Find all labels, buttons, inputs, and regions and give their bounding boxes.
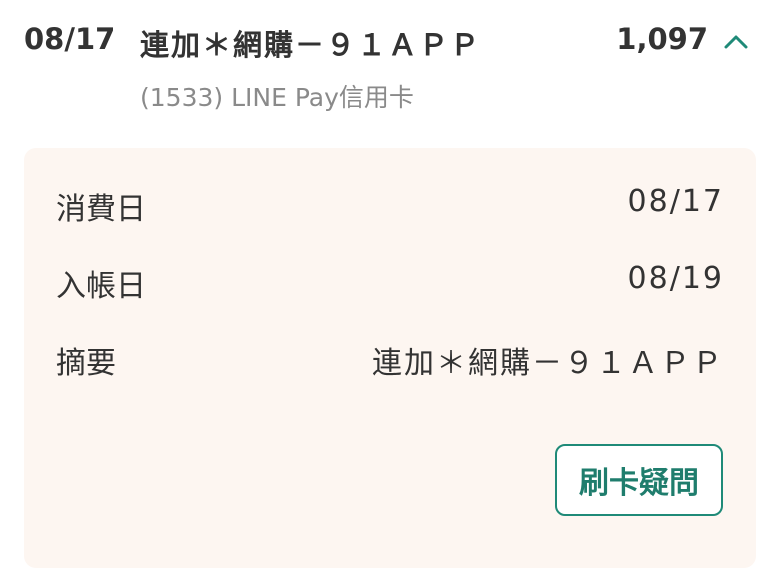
transaction-detail-panel: 消費日 08/17 入帳日 08/19 摘要 連加＊網購－９１ＡＰＰ 刷卡疑問 xyxy=(24,148,756,568)
transaction-amount: 1,097 xyxy=(616,22,708,56)
detail-value: 08/17 xyxy=(627,184,724,219)
chevron-up-icon[interactable] xyxy=(722,28,750,56)
dispute-button[interactable]: 刷卡疑問 xyxy=(555,444,723,516)
transaction-card: (1533) LINE Pay信用卡 xyxy=(140,83,414,112)
transaction-row[interactable]: 08/17 連加＊網購－９１ＡＰＰ (1533) LINE Pay信用卡 1,0… xyxy=(0,0,780,140)
detail-label: 消費日 xyxy=(56,192,146,227)
detail-row-posting-date: 入帳日 08/19 xyxy=(24,261,756,304)
detail-value: 連加＊網購－９１ＡＰＰ xyxy=(372,346,724,381)
detail-label: 入帳日 xyxy=(56,269,146,304)
detail-row-purchase-date: 消費日 08/17 xyxy=(24,184,756,227)
detail-label: 摘要 xyxy=(56,346,116,381)
transaction-date: 08/17 xyxy=(24,22,116,56)
detail-value: 08/19 xyxy=(627,261,724,296)
detail-row-summary: 摘要 連加＊網購－９１ＡＰＰ xyxy=(24,338,756,381)
transaction-merchant: 連加＊網購－９１ＡＰＰ xyxy=(140,28,482,62)
